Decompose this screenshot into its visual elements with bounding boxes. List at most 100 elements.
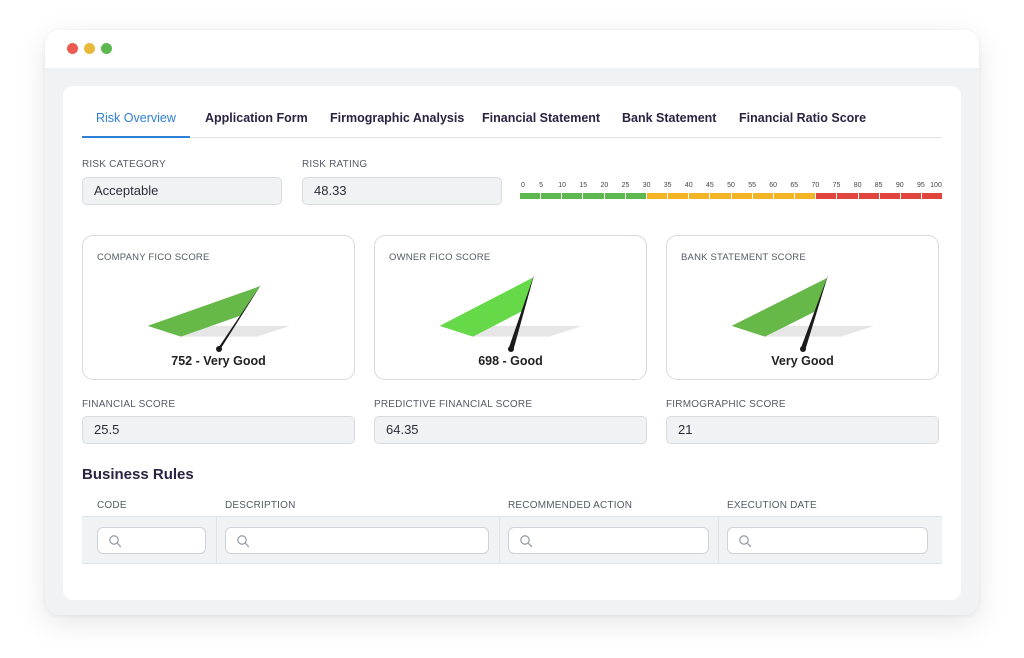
scale-tick-label: 80 [853,182,862,189]
column-divider [216,517,217,563]
gauge-hub [216,346,222,352]
scale-segment-yellow [773,193,795,199]
scale-tick-label: 55 [748,182,756,189]
recommended-action-filter[interactable] [508,527,709,554]
owner-fico-gauge [439,273,583,352]
column-header-code[interactable]: CODE [97,500,127,511]
scale-tick-label: 40 [684,182,693,189]
scale-segment-green [562,193,583,199]
scale-tick-label: 15 [579,182,588,189]
scale-segment-red [879,193,900,199]
company-fico-card: COMPANY FICO SCORE 752 - Very Good [82,235,355,380]
financial-score-label: FINANCIAL SCORE [82,399,176,410]
execution-date-filter-input[interactable] [756,530,921,551]
search-icon [237,535,250,548]
app-window: Risk Overview Application Form Firmograp… [45,30,979,615]
scale-segment-red [900,193,921,199]
scale-segment-green [604,193,625,199]
code-filter-input[interactable] [126,530,199,551]
scale-tick-label: 60 [769,182,778,189]
maximize-window-dot[interactable] [101,43,112,54]
search-icon [520,535,533,548]
scale-segment-yellow [795,193,816,199]
gauge-label: OWNER FICO SCORE [389,252,491,263]
column-divider [499,517,500,563]
scale-segment-green [520,193,541,199]
tab-application-form[interactable]: Application Form [205,108,308,138]
gauge-label: COMPANY FICO SCORE [97,252,210,263]
scale-tick-label: 0 [521,182,525,189]
filter-row [82,516,942,564]
scale-segment-yellow [689,193,710,199]
column-header-execution-date[interactable]: EXECUTION DATE [727,500,817,511]
scale-tick-label: 75 [832,182,841,189]
gauge-value: 752 - Very Good [171,354,266,368]
scale-segment-red [816,193,837,199]
business-rules-title: Business Rules [82,466,194,483]
company-fico-gauge [147,282,291,352]
scale-tick-label: 65 [790,182,799,189]
close-window-dot[interactable] [67,43,78,54]
scale-segment-green [583,193,604,199]
description-filter-input[interactable] [254,530,482,551]
rating-scale-bar [520,193,943,199]
minimize-window-dot[interactable] [84,43,95,54]
scale-segment-green [625,193,646,199]
tab-financial-statement[interactable]: Financial Statement [482,108,600,138]
column-header-recommended-action[interactable]: RECOMMENDED ACTION [508,500,632,511]
firmographic-score-label: FIRMOGRAPHIC SCORE [666,399,786,410]
column-header-description[interactable]: DESCRIPTION [225,500,296,511]
scale-tick-label: 35 [663,182,672,189]
scale-segment-yellow [731,193,752,199]
financial-score-field: 25.5 [82,416,355,444]
search-icon [739,535,752,548]
scale-segment-green [541,193,562,199]
scale-tick-label: 50 [727,182,735,189]
scale-segment-yellow [646,193,668,199]
risk-category-field: Acceptable [82,177,282,205]
risk-overview-card: Risk Overview Application Form Firmograp… [63,86,961,600]
scale-tick-label: 70 [811,182,820,189]
scale-tick-label: 45 [705,182,714,189]
predictive-financial-score-field: 64.35 [374,416,647,444]
scale-tick-label: 10 [558,182,567,189]
owner-fico-card: OWNER FICO SCORE 698 - Good [374,235,647,380]
description-filter[interactable] [225,527,489,554]
scale-tick-label: 20 [600,182,609,189]
column-divider [718,517,719,563]
execution-date-filter[interactable] [727,527,928,554]
bank-statement-gauge [731,274,875,352]
gauge-hub [508,346,514,352]
scale-tick-label: 90 [895,182,904,189]
scale-segment-yellow [752,193,773,199]
scale-segment-yellow [710,193,731,199]
risk-category-label: RISK CATEGORY [82,159,166,170]
firmographic-score-field: 21 [666,416,939,444]
tab-financial-ratio-score[interactable]: Financial Ratio Score [739,108,866,138]
predictive-financial-score-label: PREDICTIVE FINANCIAL SCORE [374,399,533,410]
scale-tick-label: 100 [930,182,942,189]
tab-bar: Risk Overview Application Form Firmograp… [82,108,942,138]
scale-tick-label: 85 [874,182,883,189]
scale-tick-label: 5 [539,182,544,189]
risk-rating-label: RISK RATING [302,159,368,170]
scale-tick-label: 30 [642,182,651,189]
tab-firmographic-analysis[interactable]: Firmographic Analysis [330,108,464,138]
code-filter[interactable] [97,527,206,554]
recommended-action-filter-input[interactable] [537,530,702,551]
rating-scale-ticks: 0 5 10 15 20 25 30 35 40 45 50 55 60 65 70 75 80 85 90 95 10… [520,182,942,192]
title-bar [45,30,979,68]
bank-statement-card: BANK STATEMENT SCORE Very Good [666,235,939,380]
risk-rating-field: 48.33 [302,177,502,205]
tab-risk-overview[interactable]: Risk Overview [82,108,190,138]
gauge-value: 698 - Good [478,354,543,368]
scale-tick-label: 95 [916,182,925,189]
scale-segment-red [921,193,943,199]
gauge-label: BANK STATEMENT SCORE [681,252,806,263]
gauge-hub [800,346,806,352]
scale-segment-red [858,193,879,199]
scale-segment-yellow [668,193,689,199]
scale-segment-red [837,193,858,199]
tab-bank-statement[interactable]: Bank Statement [622,108,716,138]
search-icon [109,535,122,548]
